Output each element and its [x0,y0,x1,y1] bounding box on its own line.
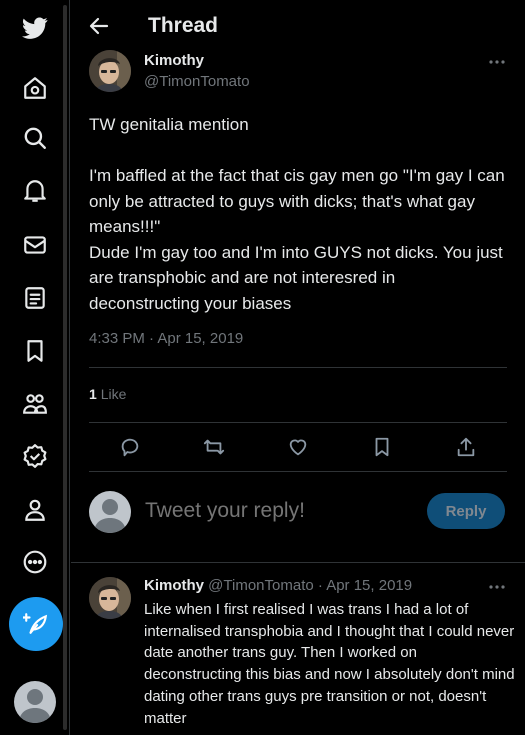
notifications-bell-icon[interactable] [12,168,58,214]
compose-tweet-button[interactable] [9,597,63,651]
account-avatar[interactable] [14,681,56,723]
divider [89,422,507,423]
author-handle[interactable]: @TimonTomato [144,73,250,90]
reply-avatar [89,491,131,533]
more-options-circle-icon[interactable] [12,539,58,585]
profile-icon[interactable] [12,487,58,533]
reply-author-avatar[interactable] [89,577,131,619]
retweet-icon[interactable] [203,436,225,458]
reply-text: Like when I first realised I was trans I… [144,601,515,727]
tweet-paragraph: I'm baffled at the fact that cis gay men… [89,166,505,236]
like-heart-icon[interactable] [287,436,309,458]
reply-tweet[interactable]: Kimothy @TimonTomato · Apr 15, 2019 Like… [71,562,525,735]
messages-envelope-icon[interactable] [12,222,58,268]
search-icon[interactable] [12,115,58,161]
scrollbar[interactable] [63,5,67,730]
lists-icon[interactable] [12,275,58,321]
home-icon[interactable] [12,65,58,111]
divider [89,471,507,472]
bookmarks-icon[interactable] [12,328,58,374]
back-arrow-icon[interactable] [87,14,111,38]
share-icon[interactable] [455,436,477,458]
author-avatar[interactable] [89,50,131,92]
tweet-text: TW genitalia mention I'm baffled at the … [89,112,509,316]
like-count[interactable]: 1 Like [89,386,126,402]
tweet-actions [71,430,525,466]
feather-plus-icon [23,613,48,634]
more-options-icon[interactable] [487,52,507,72]
communities-icon[interactable] [12,381,58,427]
tweet-paragraph: Dude I'm gay too and I'm into GUYS not d… [89,242,503,313]
like-count-label: Like [100,386,127,402]
reply-input[interactable] [145,499,415,523]
reply-button[interactable]: Reply [427,493,505,529]
tweet-paragraph: TW genitalia mention [89,115,249,134]
sidebar-nav [0,0,70,735]
page-title: Thread [148,14,219,37]
reply-meta[interactable]: @TimonTomato · Apr 15, 2019 [208,577,412,594]
reply-header: Kimothy @TimonTomato · Apr 15, 2019 [144,577,412,594]
reply-author-name[interactable]: Kimothy [144,577,204,594]
divider [89,367,507,368]
thread-column: Thread Kimothy @TimonTomato TW genitalia… [71,0,525,735]
tweet-timestamp[interactable]: 4:33 PM · Apr 15, 2019 [89,330,243,347]
author-name[interactable]: Kimothy [144,52,204,69]
thread-header: Thread [71,0,525,52]
verified-badge-icon[interactable] [12,433,58,479]
twitter-logo-icon[interactable] [12,5,58,51]
like-count-number: 1 [89,386,97,402]
bookmark-icon[interactable] [371,436,393,458]
reply-icon[interactable] [119,436,141,458]
more-options-icon[interactable] [487,577,507,597]
